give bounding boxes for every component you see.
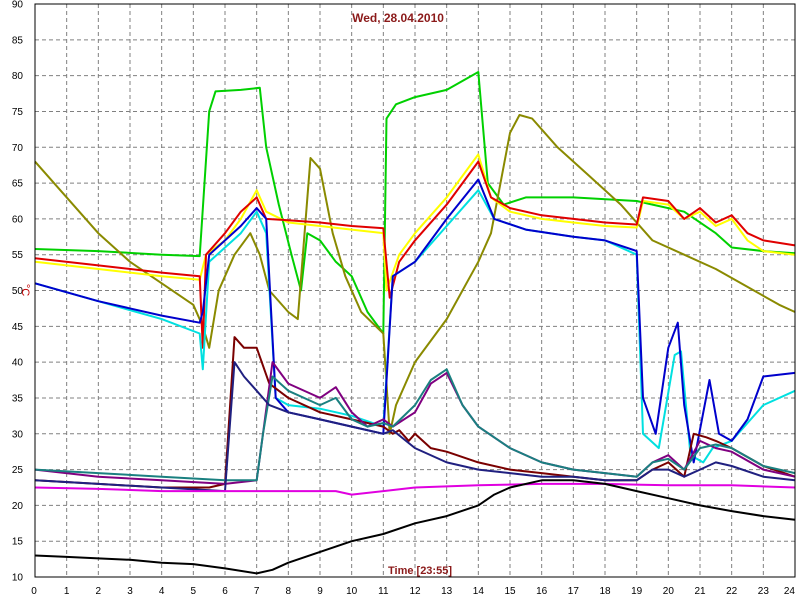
y-tick-label: 85 (12, 35, 24, 46)
y-tick-label: 75 (12, 107, 24, 118)
x-tick-label: 22 (726, 586, 738, 597)
x-tick-label: 16 (536, 586, 548, 597)
y-tick-label: 15 (12, 537, 24, 548)
line-chart: 1015202530354045505560657075808590 01234… (0, 0, 800, 600)
y-tick-label: 10 (12, 573, 24, 584)
x-tick-label: 13 (441, 586, 453, 597)
x-tick-label: 5 (191, 586, 197, 597)
x-tick-label: 9 (317, 586, 323, 597)
y-tick-label: 80 (12, 71, 24, 82)
y-tick-label: 20 (12, 501, 24, 512)
y-tick-label: 65 (12, 179, 24, 190)
y-tick-label: 30 (12, 429, 24, 440)
x-tick-label: 12 (409, 586, 421, 597)
x-tick-label: 21 (694, 586, 706, 597)
x-tick-label: 23 (758, 586, 770, 597)
x-tick-label: 4 (159, 586, 165, 597)
y-tick-label: 45 (12, 322, 24, 333)
x-tick-label: 1 (64, 586, 70, 597)
y-tick-label: 35 (12, 393, 24, 404)
x-tick-label: 14 (473, 586, 485, 597)
x-tick-label: 3 (127, 586, 133, 597)
y-tick-label: 25 (12, 465, 24, 476)
y-tick-label: 90 (12, 0, 24, 11)
x-tick-label: 18 (599, 586, 611, 597)
x-tick-label: 6 (222, 586, 228, 597)
y-tick-label: 70 (12, 143, 24, 154)
x-tick-label: 7 (254, 586, 260, 597)
x-axis-label: Time [23:55] (388, 565, 452, 577)
y-tick-label: 60 (12, 214, 24, 225)
chart-background (0, 0, 800, 600)
x-tick-label: 8 (286, 586, 292, 597)
y-axis-label: °C (19, 284, 31, 296)
x-tick-label: 24 (784, 586, 796, 597)
x-tick-label: 17 (568, 586, 580, 597)
x-tick-label: 15 (504, 586, 516, 597)
x-tick-label: 2 (96, 586, 102, 597)
x-tick-label: 11 (378, 586, 389, 597)
x-tick-label: 0 (31, 586, 37, 597)
x-tick-label: 20 (663, 586, 675, 597)
y-tick-label: 40 (12, 358, 24, 369)
x-tick-label: 10 (346, 586, 358, 597)
y-tick-label: 55 (12, 250, 24, 261)
chart-container: 10 15 20 25 30 35 40 45 50 55 60 65 70 75 80 85 90 01234… (0, 0, 800, 600)
x-tick-label: 19 (631, 586, 643, 597)
chart-title: Wed, 28.04.2010 (352, 11, 444, 25)
